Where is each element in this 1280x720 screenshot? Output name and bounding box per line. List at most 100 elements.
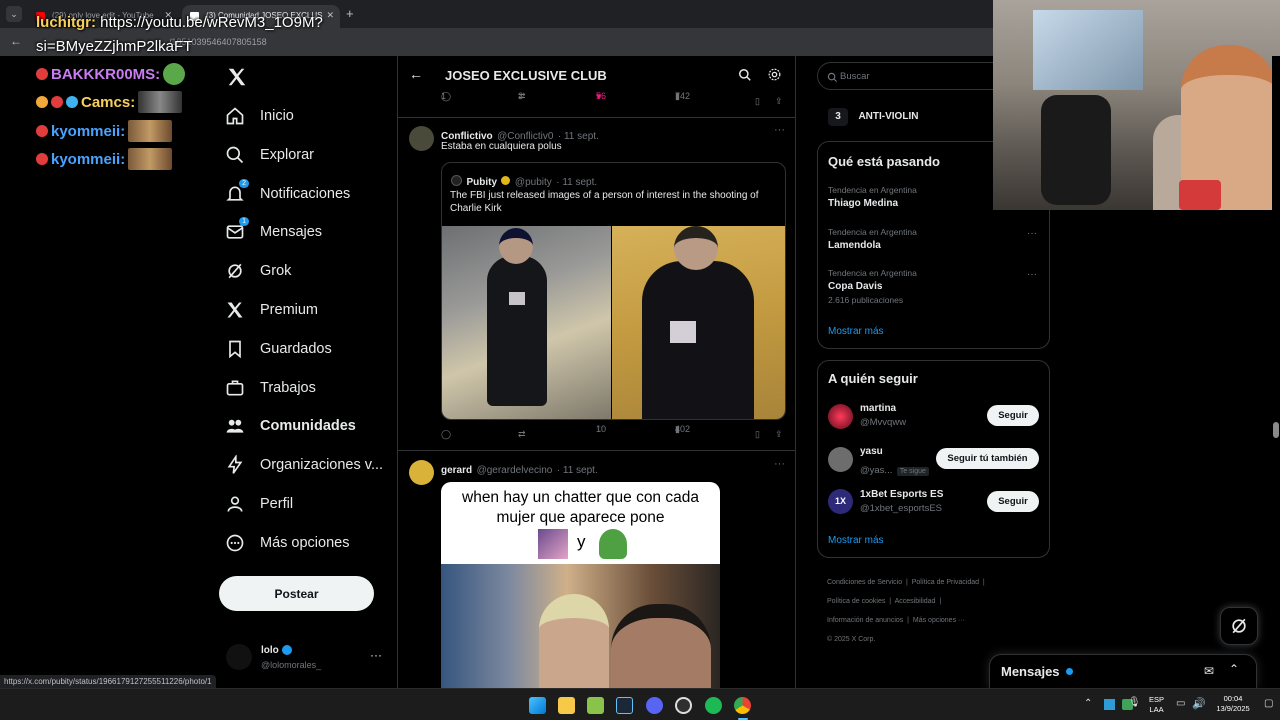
- trend-item[interactable]: Tendencia en Argentina Lamendola: [828, 227, 1038, 251]
- network-icon[interactable]: ▭: [1176, 698, 1185, 709]
- ranked-item[interactable]: 3 ANTI-VIOLIN: [828, 106, 918, 126]
- more-dots-icon[interactable]: ···: [370, 648, 382, 662]
- tweet-handle[interactable]: @gerardelvecino: [477, 465, 553, 476]
- scrollbar-thumb[interactable]: [1273, 422, 1279, 438]
- nav-label: Trabajos: [260, 380, 316, 396]
- follow-handle: @1xbet_esportsES: [860, 503, 942, 514]
- rank-number: 3: [828, 108, 848, 126]
- language-indicator[interactable]: ESP LAA: [1149, 695, 1164, 715]
- follow-name[interactable]: martina: [860, 403, 896, 414]
- chrome-icon[interactable]: [734, 697, 751, 714]
- discord-icon[interactable]: [646, 697, 663, 714]
- tweet-date[interactable]: · 11 sept.: [557, 465, 598, 476]
- tweet-date[interactable]: · 11 sept.: [558, 131, 599, 142]
- post-button[interactable]: Postear: [219, 576, 374, 611]
- clock[interactable]: 00:04 13/9/2025: [1212, 694, 1254, 714]
- tab-list-button[interactable]: ⌄: [6, 6, 22, 22]
- account-name: lolo: [261, 645, 279, 656]
- bookmark-icon[interactable]: ▯: [755, 429, 760, 440]
- red-cup: [1179, 180, 1221, 210]
- more-dots-icon[interactable]: ···: [1027, 269, 1037, 280]
- quoted-tweet[interactable]: Pubity @pubity · 11 sept. The FBI just r…: [441, 162, 786, 420]
- nav-label: Más opciones: [260, 535, 350, 551]
- trend-item[interactable]: Tendencia en Argentina Copa Davis 2.616 …: [828, 268, 1038, 305]
- sidebar-item-premium[interactable]: Premium: [224, 295, 318, 325]
- more-dots-icon[interactable]: ···: [774, 124, 785, 136]
- sidebar-item-grok[interactable]: Grok: [224, 256, 291, 286]
- file-explorer-icon[interactable]: [558, 697, 575, 714]
- follow-show-more-link[interactable]: Mostrar más: [828, 535, 884, 546]
- microphone-icon[interactable]: 🎙: [1128, 697, 1141, 708]
- grok-float-button[interactable]: [1220, 607, 1258, 645]
- bookmark-icon[interactable]: ▯: [755, 96, 760, 107]
- chat-badge-icon: [36, 153, 48, 165]
- avatar[interactable]: [828, 447, 853, 472]
- volume-icon[interactable]: 🔊: [1192, 697, 1206, 710]
- chat-badge-icon: [51, 96, 63, 108]
- meme-photo: [441, 564, 720, 688]
- search-icon[interactable]: [738, 68, 752, 87]
- x-logo-icon[interactable]: [226, 66, 248, 88]
- app-icon[interactable]: [587, 697, 604, 714]
- show-more-link[interactable]: Mostrar más: [828, 326, 884, 337]
- sidebar-item-guardados[interactable]: Guardados: [224, 334, 332, 364]
- avatar[interactable]: [409, 126, 434, 151]
- gear-icon[interactable]: [767, 67, 782, 87]
- reply-icon[interactable]: ◯: [441, 429, 451, 440]
- footer-link[interactable]: Más opciones ···: [913, 617, 965, 624]
- more-dots-icon[interactable]: ···: [774, 458, 785, 470]
- footer-link[interactable]: Política de Privacidad: [912, 579, 979, 586]
- back-arrow-icon[interactable]: ←: [10, 34, 22, 48]
- suspect-photo-left[interactable]: [442, 226, 611, 419]
- sidebar-item-perfil[interactable]: Perfil: [224, 489, 293, 519]
- close-tab-icon[interactable]: ✕: [326, 10, 334, 21]
- follow-back-button[interactable]: Seguir tú también: [936, 448, 1039, 469]
- avatar[interactable]: [828, 404, 853, 429]
- steam-icon[interactable]: [616, 697, 633, 714]
- sidebar-item-mas-opciones[interactable]: Más opciones: [224, 528, 349, 558]
- repost-icon[interactable]: ⇄: [518, 429, 526, 440]
- footer-link[interactable]: Política de cookies: [827, 598, 885, 605]
- tray-app-icon[interactable]: [1104, 699, 1115, 710]
- account-switcher[interactable]: lolo @lolomorales_ ···: [226, 644, 386, 676]
- tweet-author[interactable]: gerard: [441, 465, 472, 476]
- new-tab-button[interactable]: +: [346, 6, 354, 21]
- share-icon[interactable]: ⇪: [775, 429, 783, 440]
- follow-button[interactable]: Seguir: [987, 405, 1039, 426]
- tray-chevron-icon[interactable]: ⌃: [1084, 698, 1092, 709]
- avatar[interactable]: 1X: [828, 489, 853, 514]
- sidebar-item-inicio[interactable]: Inicio: [224, 101, 294, 131]
- frog-emote-icon: [599, 529, 627, 559]
- footer-link[interactable]: Accesibilidad: [895, 598, 936, 605]
- page-scrollbar[interactable]: [1272, 56, 1280, 688]
- back-arrow-icon[interactable]: ←: [409, 66, 423, 82]
- obs-icon[interactable]: [675, 697, 692, 714]
- sidebar-item-organizaciones[interactable]: Organizaciones v...: [224, 450, 383, 480]
- follow-name[interactable]: 1xBet Esports ES: [860, 489, 943, 500]
- messages-drawer[interactable]: Mensajes ✉ ⌃: [989, 654, 1257, 688]
- footer-link[interactable]: Información de anuncios: [827, 617, 903, 624]
- follow-button[interactable]: Seguir: [987, 491, 1039, 512]
- community-timeline: ← JOSEO EXCLUSIVE CLUB ◯ 1 ⇄ 3 ♥ 56 ▮ 742 ▯ …: [397, 56, 796, 688]
- meme-image[interactable]: when hay un chatter que con cada mujer q…: [441, 482, 720, 688]
- windows-start-icon[interactable]: [529, 697, 546, 714]
- unread-dot: [1066, 668, 1073, 675]
- sidebar-item-notificaciones[interactable]: 2 Notificaciones: [224, 179, 350, 209]
- search-input[interactable]: Buscar: [817, 62, 1007, 90]
- follow-name[interactable]: yasu: [860, 446, 883, 457]
- sidebar-item-mensajes[interactable]: 1 Mensajes: [224, 217, 322, 247]
- expand-up-icon[interactable]: ⌃: [1229, 662, 1239, 676]
- sidebar-item-comunidades[interactable]: Comunidades: [224, 411, 356, 441]
- avatar[interactable]: [409, 460, 434, 485]
- sidebar-item-trabajos[interactable]: Trabajos: [224, 373, 316, 403]
- new-message-icon[interactable]: ✉: [1204, 664, 1214, 678]
- notifications-icon[interactable]: ▢: [1264, 698, 1273, 709]
- spotify-icon[interactable]: [705, 697, 722, 714]
- share-icon[interactable]: ⇪: [775, 96, 783, 107]
- sidebar-item-explorar[interactable]: Explorar: [224, 140, 314, 170]
- overlay-link-line2: si=BMyeZZjhmP2lkaFT: [36, 38, 193, 55]
- chat-badge-icon: [36, 96, 48, 108]
- more-dots-icon[interactable]: ···: [1027, 228, 1037, 239]
- footer-link[interactable]: Condiciones de Servicio: [827, 579, 902, 586]
- suspect-photo-right[interactable]: [612, 226, 785, 419]
